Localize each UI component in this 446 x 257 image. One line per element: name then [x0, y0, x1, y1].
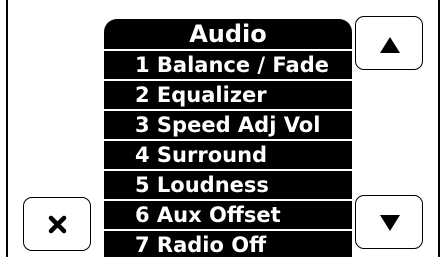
- scroll-up-button[interactable]: [355, 16, 423, 70]
- menu-item-surround[interactable]: 4 Surround: [104, 141, 352, 169]
- menu-title: Audio: [104, 19, 352, 49]
- scroll-down-button[interactable]: [355, 195, 423, 249]
- audio-menu-list: Audio 1 Balance / Fade 2 Equalizer 3 Spe…: [104, 19, 352, 257]
- menu-item-loudness[interactable]: 5 Loudness: [104, 171, 352, 199]
- close-button[interactable]: [23, 197, 91, 251]
- close-icon: [48, 215, 67, 234]
- display-frame-right: [438, 0, 440, 257]
- menu-item-balance-fade[interactable]: 1 Balance / Fade: [104, 51, 352, 79]
- triangle-up-icon: [380, 37, 400, 53]
- menu-item-radio-off[interactable]: 7 Radio Off: [104, 231, 352, 257]
- menu-item-aux-offset[interactable]: 6 Aux Offset: [104, 201, 352, 229]
- menu-item-equalizer[interactable]: 2 Equalizer: [104, 81, 352, 109]
- menu-item-speed-adj-vol[interactable]: 3 Speed Adj Vol: [104, 111, 352, 139]
- display-frame-left: [6, 0, 8, 257]
- audio-menu-screen: Audio 1 Balance / Fade 2 Equalizer 3 Spe…: [0, 0, 446, 257]
- triangle-down-icon: [380, 215, 400, 231]
